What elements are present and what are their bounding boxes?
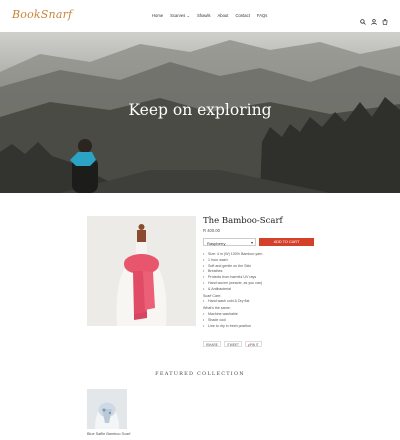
blue-scarf-image bbox=[87, 389, 127, 429]
user-icon[interactable] bbox=[371, 12, 377, 25]
variant-selected-value: Raspberry bbox=[207, 240, 226, 246]
hero-title: Keep on exploring bbox=[128, 101, 272, 119]
product-price: R 400.00 bbox=[203, 228, 220, 233]
nav-item-home[interactable]: Home bbox=[152, 13, 163, 18]
main-nav: Home Scarves ⌄ Shawls About Contact FAQs bbox=[152, 13, 267, 18]
product-image[interactable] bbox=[87, 216, 196, 326]
header-icons bbox=[360, 12, 388, 25]
nav-item-scarves[interactable]: Scarves ⌄ bbox=[170, 13, 190, 18]
logo[interactable]: BookSnarf bbox=[12, 8, 72, 21]
collection-item-title[interactable]: Blue Saffie Bamboo Scarf bbox=[87, 432, 130, 436]
collection-item-image[interactable] bbox=[87, 389, 127, 429]
site-header: BookSnarf Home Scarves ⌄ Shawls About Co… bbox=[0, 0, 400, 32]
variant-select[interactable]: Raspberry ▾ bbox=[203, 238, 256, 246]
feature-item: & Antibacterial bbox=[203, 287, 262, 293]
nav-item-shawls[interactable]: Shawls bbox=[197, 13, 211, 18]
share-buttons: f SHARE t TWEET p PIN IT bbox=[203, 341, 262, 347]
cart-icon[interactable] bbox=[382, 12, 388, 25]
hero-banner: Keep on exploring bbox=[0, 32, 400, 193]
tweet-label: TWEET bbox=[227, 343, 239, 347]
featured-collection-heading: FEATURED COLLECTION bbox=[155, 371, 245, 377]
scarf-on-mannequin-image bbox=[87, 216, 196, 326]
share-pinterest-button[interactable]: p PIN IT bbox=[244, 341, 262, 347]
nav-item-about[interactable]: About bbox=[217, 13, 228, 18]
other-item: Line to dry in fresh position bbox=[203, 324, 262, 330]
share-twitter-button[interactable]: t TWEET bbox=[223, 341, 242, 347]
share-facebook-button[interactable]: f SHARE bbox=[203, 341, 221, 347]
product-description: Size: 4 m (W) 100% Bamboo yarn 1 hour wa… bbox=[203, 252, 262, 329]
scarf-care-item: Hand wash cold & Dry flat bbox=[203, 299, 262, 305]
search-icon[interactable] bbox=[360, 12, 366, 25]
share-label: SHARE bbox=[206, 343, 218, 347]
logo-text: BookSnarf bbox=[12, 8, 73, 21]
nav-item-faqs[interactable]: FAQs bbox=[257, 13, 267, 18]
chevron-down-icon: ▾ bbox=[250, 240, 253, 245]
product-title: The Bamboo-Scarf bbox=[203, 216, 283, 226]
pin-label: PIN IT bbox=[249, 343, 259, 347]
add-to-cart-button[interactable]: ADD TO CART bbox=[259, 238, 314, 246]
nav-item-contact[interactable]: Contact bbox=[235, 13, 249, 18]
